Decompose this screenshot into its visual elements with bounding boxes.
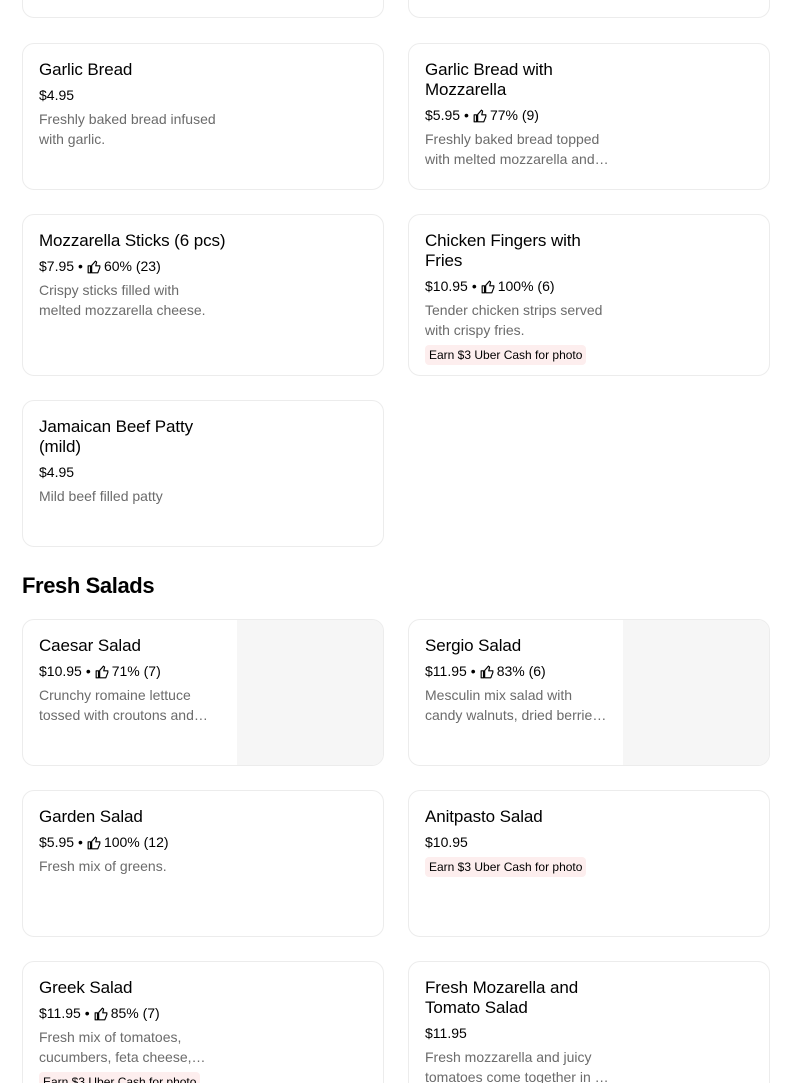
- thumbs-up-icon: [481, 280, 495, 294]
- thumbs-up-icon: [94, 1007, 108, 1021]
- item-meta: $4.95: [39, 462, 229, 482]
- item-price: $5.95: [425, 107, 461, 123]
- item-price: $11.95: [39, 1005, 81, 1021]
- item-meta: $7.95 • 60% (23): [39, 258, 161, 274]
- item-image: [623, 620, 769, 765]
- item-description: Crunchy romaine lettuce tossed with crou…: [39, 687, 194, 723]
- menu-item-card-garlic-bread[interactable]: Garlic Bread $4.95 Freshly baked bread i…: [22, 43, 384, 190]
- item-name: Garden Salad: [39, 807, 143, 826]
- menu-item-card-mozzarella-tomato-salad[interactable]: Fresh Mozarella and Tomato Salad $11.95 …: [408, 961, 770, 1083]
- menu-item-card-caesar-salad[interactable]: Caesar Salad $10.95 • 71% (7) Crunchy ro…: [22, 619, 384, 766]
- item-price: $7.95: [39, 258, 75, 274]
- menu-item-card-mozzarella-sticks[interactable]: Mozzarella Sticks (6 pcs) $7.95 • 60% (2…: [22, 214, 384, 376]
- item-price: $4.95: [39, 87, 75, 103]
- item-rating: 100% (12): [103, 834, 169, 850]
- item-price: $10.95: [39, 663, 82, 679]
- item-description: Mesculin mix salad with candy walnuts, d…: [425, 687, 600, 723]
- uber-cash-promo-badge: Earn $3 Uber Cash for photo: [425, 345, 587, 365]
- item-price: $11.95: [425, 663, 467, 679]
- item-price: $5.95: [39, 834, 75, 850]
- item-description: Fresh mix of tomatoes, cucumbers, feta c…: [39, 1029, 192, 1065]
- uber-cash-promo-badge: Earn $3 Uber Cash for photo: [39, 1072, 201, 1083]
- thumbs-up-icon: [87, 260, 101, 274]
- menu-item-card-greek-salad[interactable]: Greek Salad $11.95 • 85% (7) Fresh mix o…: [22, 961, 384, 1083]
- item-price: $10.95: [425, 278, 468, 294]
- menu-item-card-chicken-fingers[interactable]: Chicken Fingers with Fries $10.95 • 100%…: [408, 214, 770, 376]
- item-description: Tender chicken strips served with crispy…: [425, 302, 603, 338]
- item-price: $10.95: [425, 834, 468, 850]
- item-rating: 83% (6): [496, 663, 546, 679]
- item-name: Chicken Fingers with Fries: [425, 231, 581, 270]
- menu-item-card-jamaican-beef-patty[interactable]: Jamaican Beef Patty (mild) $4.95 Mild be…: [22, 400, 384, 547]
- thumbs-up-icon: [95, 665, 109, 679]
- item-price: $4.95: [39, 464, 75, 480]
- item-meta: $5.95 • 100% (12): [39, 834, 169, 850]
- item-description: Crispy sticks filled with melted mozzare…: [39, 282, 206, 318]
- item-name: Jamaican Beef Patty (mild): [39, 417, 194, 456]
- item-name: Mozzarella Sticks (6 pcs): [39, 231, 226, 250]
- menu-item-card-sergio-salad[interactable]: Sergio Salad $11.95 • 83% (6) Mesculin m…: [408, 619, 770, 766]
- thumbs-up-icon: [480, 665, 494, 679]
- item-meta: $11.95: [425, 1023, 615, 1043]
- item-name: Anitpasto Salad: [425, 807, 543, 826]
- item-meta: $4.95: [39, 85, 229, 105]
- item-name: Garlic Bread with Mozzarella: [425, 60, 553, 99]
- item-meta: $10.95: [425, 832, 615, 852]
- uber-cash-promo-badge: Earn $3 Uber Cash for photo: [425, 857, 587, 877]
- menu-item-card-antipasto-salad[interactable]: Anitpasto Salad $10.95 Earn $3 Uber Cash…: [408, 790, 770, 937]
- item-description: Fresh mozzarella and juicy tomatoes come…: [425, 1049, 603, 1083]
- menu-item-card-garlic-bread-mozzarella[interactable]: Garlic Bread with Mozzarella $5.95 • 77%…: [408, 43, 770, 190]
- item-description: Mild beef filled patty: [39, 488, 163, 504]
- section-title: Fresh Salads: [22, 573, 155, 598]
- item-rating: 100% (6): [497, 278, 555, 294]
- item-description: Freshly baked bread infused with garlic.: [39, 111, 216, 147]
- item-image: [237, 620, 383, 765]
- item-meta: $10.95 • 100% (6): [425, 278, 555, 294]
- item-rating: 60% (23): [103, 258, 161, 274]
- thumbs-up-icon: [473, 109, 487, 123]
- item-description: Freshly baked bread topped with melted m…: [425, 131, 600, 167]
- menu-item-card-garden-salad[interactable]: Garden Salad $5.95 • 100% (12) Fresh mix…: [22, 790, 384, 937]
- item-meta: $11.95 • 83% (6): [425, 663, 546, 679]
- item-meta: $5.95 • 77% (9): [425, 107, 539, 123]
- item-rating: 71% (7): [111, 663, 161, 679]
- menu-item-card-partial[interactable]: [408, 0, 770, 18]
- item-meta: $10.95 • 71% (7): [39, 663, 161, 679]
- item-name: Caesar Salad: [39, 636, 141, 655]
- item-meta: $11.95 • 85% (7): [39, 1005, 160, 1021]
- item-name: Garlic Bread: [39, 60, 133, 79]
- item-rating: 85% (7): [110, 1005, 160, 1021]
- item-rating: 77% (9): [489, 107, 539, 123]
- item-name: Sergio Salad: [425, 636, 522, 655]
- item-name: Fresh Mozarella and Tomato Salad: [425, 978, 579, 1017]
- item-price: $11.95: [425, 1025, 467, 1041]
- item-name: Greek Salad: [39, 978, 133, 997]
- thumbs-up-icon: [87, 836, 101, 850]
- menu-item-card-partial[interactable]: [22, 0, 384, 18]
- item-description: Fresh mix of greens.: [39, 858, 167, 874]
